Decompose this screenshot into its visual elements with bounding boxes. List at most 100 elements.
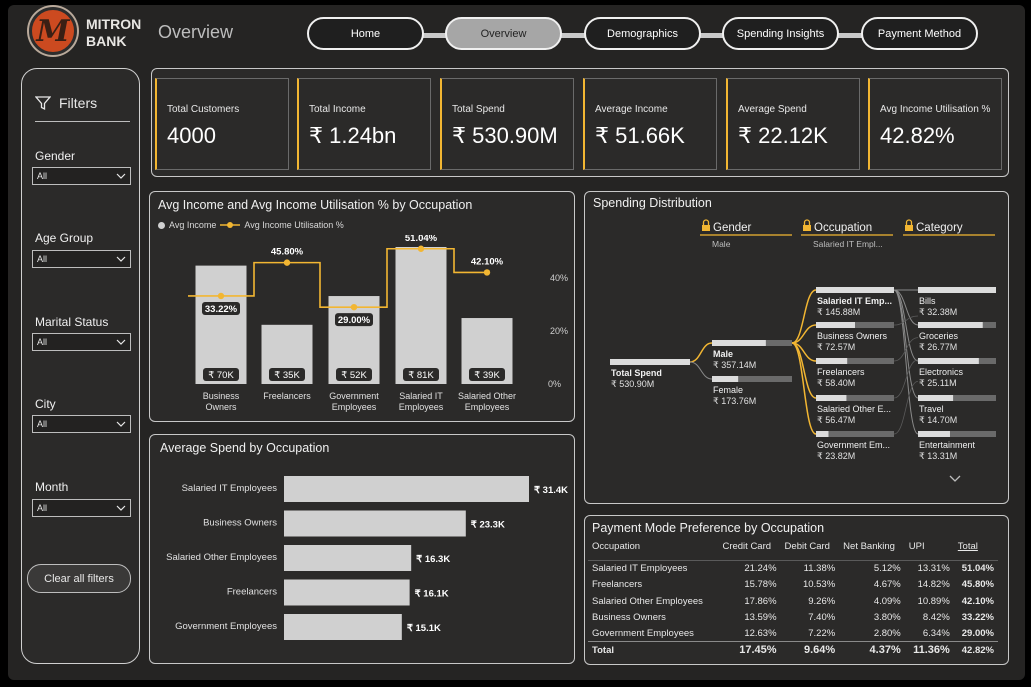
column-header[interactable]: Net Banking [839, 538, 905, 554]
decomp-node[interactable]: Male₹ 357.14M [712, 340, 792, 370]
chevron-down-icon[interactable] [949, 475, 961, 482]
table-cell: Salaried IT Employees [592, 563, 688, 575]
spend-bar[interactable] [284, 614, 402, 640]
decomp-node[interactable]: Travel₹ 14.70M [918, 395, 996, 425]
nav-home-button[interactable]: Home [307, 17, 424, 50]
svg-text:Business Owners: Business Owners [817, 331, 888, 341]
table-cell: 9.64% [803, 644, 836, 657]
kpi-label: Total Customers [167, 104, 240, 115]
kpi-value: 42.82% [880, 123, 955, 148]
income-bar-label: ₹ 81K [403, 368, 439, 381]
spend-bar-label: ₹ 16.3K [416, 554, 450, 565]
legend-line-label: Avg Income Utilisation % [244, 220, 344, 230]
svg-text:Electronics: Electronics [919, 367, 964, 377]
svg-text:45.80%: 45.80% [271, 247, 304, 258]
kpi-total-customers: Total Customers 4000 [155, 78, 289, 170]
decomp-node[interactable]: Bills₹ 32.38M [918, 287, 996, 317]
legend-line-swatch [220, 222, 241, 228]
svg-text:₹ 14.70M: ₹ 14.70M [919, 415, 957, 425]
svg-text:₹ 23.82M: ₹ 23.82M [817, 451, 855, 461]
kpi-value: ₹ 22.12K [738, 123, 828, 148]
decomp-node[interactable]: Government Em...₹ 23.82M [816, 431, 894, 461]
utilisation-point[interactable] [350, 303, 358, 311]
payment-mode-table: Occupation Credit Card Debit Card Net Ba… [588, 538, 998, 658]
utilisation-point[interactable] [217, 292, 225, 300]
income-bar-label: ₹ 70K [203, 368, 239, 381]
table-cell: 10.53% [802, 579, 836, 591]
city-filter-select[interactable]: All [32, 415, 131, 433]
table-cell: 4.09% [873, 595, 901, 607]
city-filter-value: All [37, 419, 48, 429]
age-group-filter-select[interactable]: All [32, 250, 131, 268]
marital-status-filter-value: All [37, 337, 48, 347]
svg-text:Salaried Other E...: Salaried Other E... [817, 404, 891, 414]
table-cell: 17.86% [744, 595, 777, 607]
decomp-level-header[interactable]: Category [903, 219, 995, 236]
average-spend-chart: Salaried IT Employees ₹ 31.4K Business Own… [166, 476, 568, 640]
svg-text:₹ 32.38M: ₹ 32.38M [919, 307, 957, 317]
marital-status-filter-select[interactable]: All [32, 333, 131, 351]
table-cell: Salaried Other Employees [592, 595, 703, 607]
decomp-level-header[interactable]: Occupation Salaried IT Empl... [801, 219, 893, 249]
svg-text:Salaried IT Emp...: Salaried IT Emp... [817, 296, 892, 306]
column-header-sorted[interactable]: Total [954, 538, 998, 554]
decomp-node[interactable]: Business Owners₹ 72.57M [816, 322, 894, 352]
income-bar[interactable] [195, 265, 247, 384]
spend-bar-label: ₹ 16.1K [415, 589, 449, 600]
table-row: Salaried Other Employees 17.86% 9.26% 4.… [588, 593, 998, 609]
column-header[interactable]: Occupation [588, 538, 718, 554]
svg-text:Total Spend: Total Spend [611, 368, 662, 378]
decomp-node[interactable]: Electronics₹ 25.11M [918, 358, 996, 388]
kpi-label: Average Spend [738, 104, 807, 115]
y2-tick: 0% [548, 379, 561, 389]
nav-payment-method-button[interactable]: Payment Method [861, 17, 978, 50]
nav-spending-insights-button[interactable]: Spending Insights [722, 17, 839, 50]
category-label: Freelancers [263, 391, 311, 401]
payment-mode-table-wrap: Occupation Credit Card Debit Card Net Ba… [588, 538, 1006, 658]
spend-bar[interactable] [284, 510, 466, 537]
decomp-node[interactable]: Groceries₹ 26.77M [918, 322, 996, 352]
utilisation-point[interactable] [483, 269, 491, 276]
column-header[interactable]: UPI [905, 538, 954, 554]
spend-bar[interactable] [284, 579, 410, 606]
svg-text:₹ 58.40M: ₹ 58.40M [817, 378, 855, 388]
clear-all-filters-button[interactable]: Clear all filters [27, 564, 131, 593]
spending-distribution-title: Spending Distribution [593, 196, 712, 210]
y2-tick: 20% [550, 326, 568, 336]
kpi-total-spend: Total Spend ₹ 530.90M [440, 78, 574, 170]
decomp-node[interactable]: Salaried Other E...₹ 56.47M [816, 395, 894, 425]
nav-demographics-button[interactable]: Demographics [584, 17, 701, 50]
month-filter-select[interactable]: All [32, 499, 131, 517]
category-label: Salaried IT Employees [399, 391, 444, 412]
income-bar[interactable] [395, 247, 447, 384]
gender-filter-select[interactable]: All [32, 167, 131, 185]
combo-chart-legend: Avg Income Avg Income Utilisation % [158, 220, 344, 230]
decomp-node[interactable]: Entertainment₹ 13.31M [918, 431, 996, 461]
column-header[interactable]: Credit Card [718, 538, 780, 554]
kpi-value: ₹ 530.90M [452, 123, 558, 148]
spend-category-label: Salaried Other Employees [166, 552, 277, 563]
utilisation-point[interactable] [283, 259, 291, 266]
lock-icon [803, 219, 811, 231]
table-row: Government Employees 12.63% 7.22% 2.80% … [588, 625, 998, 641]
table-cell: 12.63% [744, 627, 777, 639]
income-utilisation-chart: 40% 20% 0% ₹ 70K Business Owners ₹ 35K Freel… [188, 235, 568, 412]
decomp-node[interactable]: Female₹ 173.76M [712, 376, 792, 406]
decomp-connector [893, 289, 919, 362]
decomp-node[interactable]: Total Spend₹ 530.90M [610, 359, 690, 389]
decomp-level-header[interactable]: Gender Male [700, 219, 792, 249]
column-header[interactable]: Debit Card [781, 538, 840, 554]
nav-overview-button[interactable]: Overview [445, 17, 562, 50]
svg-text:₹ 39K: ₹ 39K [474, 370, 500, 381]
table-row: Business Owners 13.59% 7.40% 3.80% 8.42%… [588, 609, 998, 625]
spend-bar[interactable] [284, 476, 529, 502]
income-utilisation-chart-title: Avg Income and Avg Income Utilisation % … [158, 198, 473, 212]
decomp-node[interactable]: Salaried IT Emp...₹ 145.88M [816, 287, 894, 317]
legend-bar-swatch [158, 221, 165, 229]
spend-bar[interactable] [284, 545, 412, 571]
decomp-node[interactable]: Freelancers₹ 58.40M [816, 358, 894, 388]
filter-icon [35, 96, 51, 111]
decomp-connector [689, 342, 713, 363]
table-row: Freelancers 15.78% 10.53% 4.67% 14.82% 4… [588, 577, 998, 593]
utilisation-point[interactable] [417, 245, 425, 252]
